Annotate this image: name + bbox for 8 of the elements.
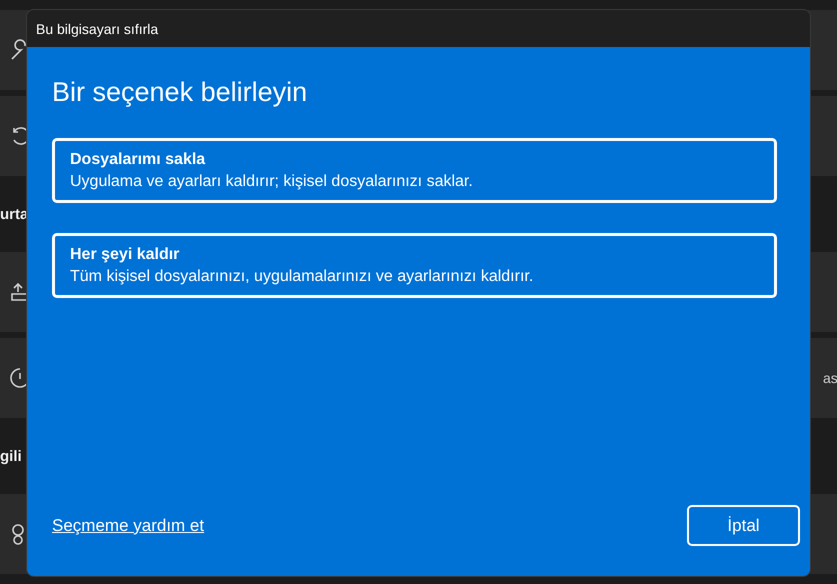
cancel-button[interactable]: İptal [687, 505, 800, 546]
section-heading: gili [0, 448, 22, 464]
card-text: as [823, 370, 837, 386]
help-link[interactable]: Seçmeme yardım et [52, 516, 204, 536]
option-button[interactable]: Dosyalarımı sakla Uygulama ve ayarları kaldırır; kişisel dosyalarınızı saklar. [52, 138, 777, 203]
dialog-heading: Bir seçenek belirleyin [52, 77, 308, 108]
option-button[interactable]: Her şeyi kaldır Tüm kişisel dosyalarınızı, uygulamalarınızı ve ayarlarınızı kaldırır. [52, 233, 777, 298]
window-title: Bu bilgisayarı sıfırla [36, 20, 158, 36]
